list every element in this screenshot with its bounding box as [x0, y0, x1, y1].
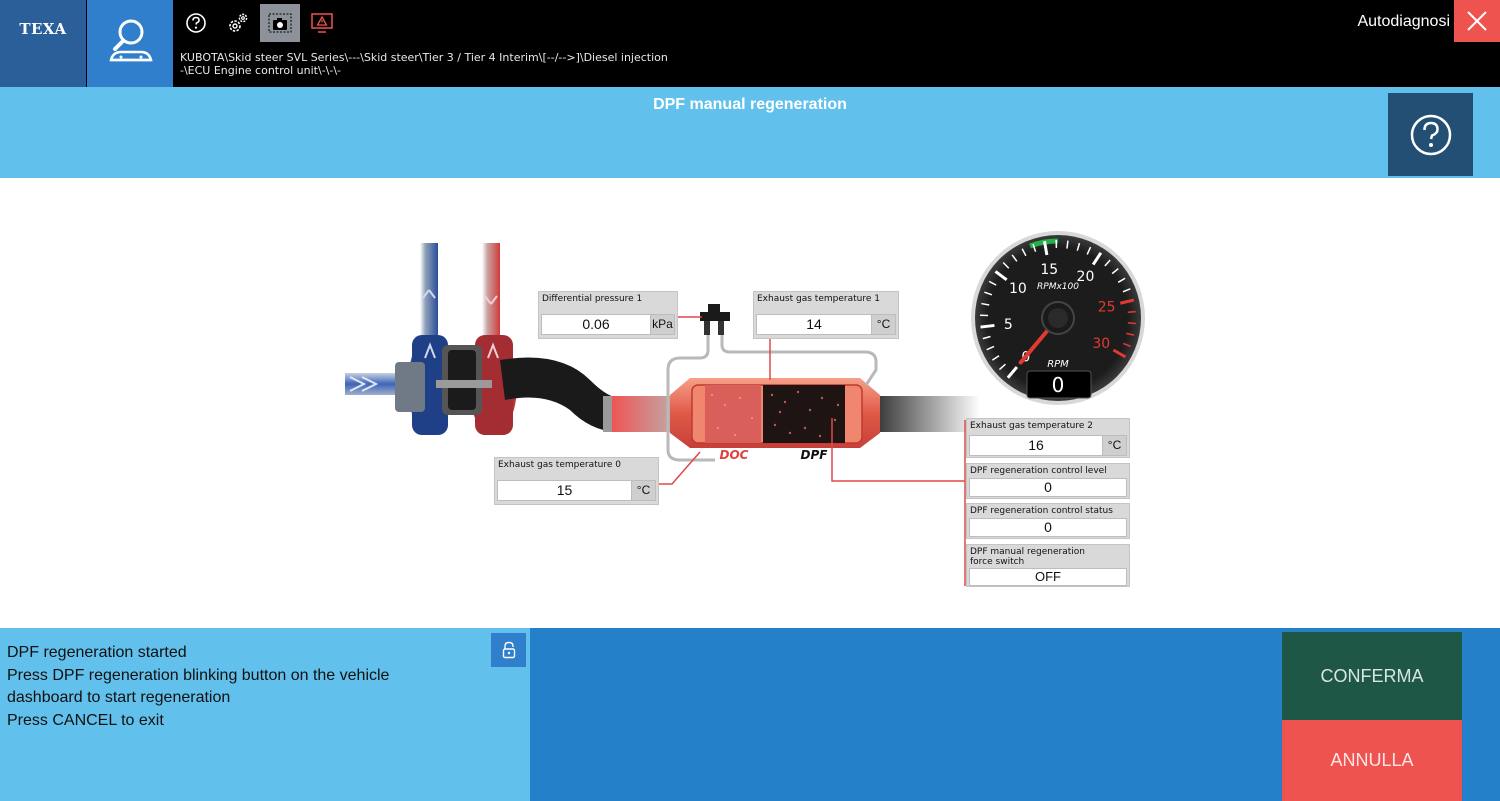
param-value: 0.06 [541, 314, 651, 335]
warning-screen-icon [311, 13, 333, 33]
param-value: 0 [969, 478, 1127, 497]
breadcrumb-line: -\ECU Engine control unit\-\-\- [180, 64, 342, 77]
settings-tool-button[interactable] [218, 4, 258, 42]
gauge-unit-label: RPM [1047, 359, 1069, 370]
param-exhaust-gas-temperature-2: Exhaust gas temperature 2 16 °C [966, 418, 1130, 458]
rpm-gauge: 051015202530 RPMx100 RPM 0 [971, 231, 1145, 405]
unlock-icon [502, 641, 515, 659]
dpf-label: DPF [801, 448, 829, 462]
gauge-tick-label: 15 [1040, 262, 1058, 278]
page-title: DPF manual regeneration [653, 96, 847, 113]
param-unit: °C [872, 314, 896, 335]
breadcrumb-line: KUBOTA\Skid steer SVL Series\---\Skid st… [180, 51, 668, 64]
param-exhaust-gas-temperature-0: Exhaust gas temperature 0 15 °C [494, 457, 659, 505]
texa-logo: TEXA [0, 0, 86, 87]
cancel-button[interactable]: ANNULLA [1282, 720, 1462, 801]
param-label: Exhaust gas temperature 0 [498, 460, 621, 470]
param-dpf-regeneration-control-level: DPF regeneration control level 0 [966, 463, 1130, 499]
param-label: DPF regeneration control status [970, 506, 1113, 516]
gauge-tick [1127, 322, 1136, 325]
param-exhaust-gas-temperature-1: Exhaust gas temperature 1 14 °C [753, 291, 899, 339]
gauge-scale-label: RPMx100 [1037, 282, 1079, 292]
instruction-message: DPF regeneration started Press DPF regen… [7, 642, 477, 732]
warning-tool-button[interactable] [302, 4, 342, 42]
param-unit: kPa [651, 314, 675, 335]
gauge-tick-label: 25 [1098, 299, 1116, 315]
help-button[interactable] [1388, 93, 1473, 176]
app-title: Autodiagnosi [1357, 13, 1450, 30]
gauge-tick-label: 10 [1009, 281, 1027, 297]
lock-button[interactable] [491, 633, 526, 667]
gears-icon [229, 13, 248, 32]
param-label: DPF manual regeneration force switch [970, 547, 1085, 567]
help-circle-icon [186, 13, 206, 33]
param-value: OFF [969, 568, 1127, 586]
gauge-value: 0 [1052, 373, 1065, 397]
param-unit: °C [1103, 435, 1127, 456]
camera-icon [268, 13, 292, 33]
message-line: dashboard to start regeneration [7, 689, 231, 706]
breadcrumb: KUBOTA\Skid steer SVL Series\---\Skid st… [180, 51, 880, 77]
param-unit: °C [632, 480, 656, 501]
exhaust-system-illustration: DOC DPF 0 5 10 15 2025 30 RPMx100 RPM 0 [345, 231, 1145, 586]
param-differential-pressure-1: Differential pressure 1 0.06 kPa [538, 291, 678, 339]
message-line: DPF regeneration started [7, 644, 187, 661]
vehicle-search-icon [109, 19, 153, 62]
param-dpf-manual-regeneration-force-switch: DPF manual regeneration force switch OFF [966, 544, 1130, 587]
message-line: Press CANCEL to exit [7, 711, 164, 729]
param-label: Exhaust gas temperature 2 [970, 421, 1093, 431]
help-tool-button[interactable] [176, 4, 216, 42]
close-icon [1467, 11, 1487, 31]
dpf-diagram: DOC DPF 0 5 10 15 2025 30 RPMx100 RPM 0 [0, 178, 1500, 628]
param-value: 15 [497, 480, 632, 501]
confirm-button[interactable]: CONFERMA [1282, 632, 1462, 720]
gauge-tick [1066, 240, 1069, 249]
diagnosis-button[interactable] [87, 0, 173, 87]
param-value: 14 [756, 314, 872, 335]
gauge-tick [1127, 310, 1136, 314]
screenshot-tool-button[interactable] [260, 4, 300, 42]
gauge-tick-label: 30 [1092, 336, 1110, 352]
page-header: DPF manual regeneration [0, 87, 1500, 178]
param-label: Exhaust gas temperature 1 [757, 294, 880, 304]
message-line: Press DPF regeneration blinking button o… [7, 666, 390, 684]
close-button[interactable] [1454, 0, 1500, 42]
param-value: 0 [969, 518, 1127, 537]
gauge-tick-label: 20 [1077, 269, 1095, 285]
gauge-tick-label: 5 [1004, 317, 1013, 333]
gauge-tick [980, 323, 995, 329]
param-label: DPF regeneration control level [970, 466, 1107, 476]
param-value: 16 [969, 435, 1103, 456]
param-label: Differential pressure 1 [542, 294, 643, 304]
message-panel: DPF regeneration started Press DPF regen… [0, 628, 530, 801]
param-dpf-regeneration-control-status: DPF regeneration control status 0 [966, 503, 1130, 539]
top-bar: TEXA KUBOTA\Skid steer SVL Series\---\Sk… [0, 0, 1500, 87]
doc-label: DOC [720, 448, 749, 462]
help-circle-icon [1410, 114, 1451, 155]
